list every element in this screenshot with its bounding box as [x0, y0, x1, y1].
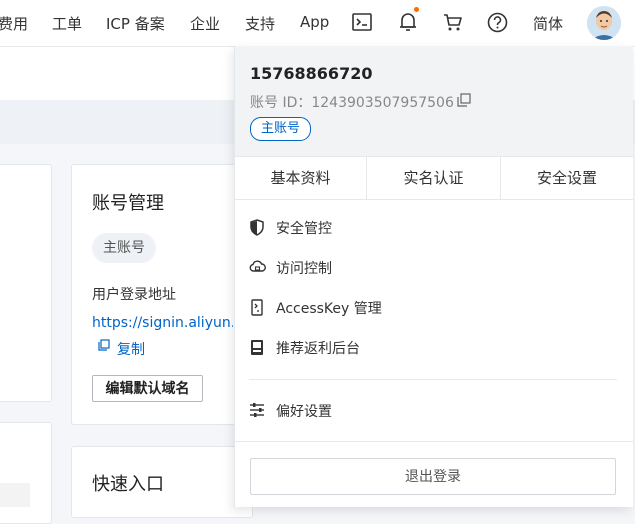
account-id-row: 账号 ID：1243903507957506 [250, 92, 454, 112]
left-card [0, 164, 52, 402]
tab-security-settings[interactable]: 安全设置 [501, 157, 633, 199]
menu-preferences[interactable]: 偏好设置 [249, 399, 449, 423]
gift-icon [251, 340, 263, 355]
terminal-icon[interactable] [352, 13, 372, 31]
menu-referral-label: 推荐返利后台 [276, 341, 360, 357]
dropdown-header: 15768866720 账号 ID：1243903507957506 主账号 [235, 46, 633, 156]
login-url-link[interactable]: https://signin.aliyun.c [92, 315, 233, 331]
menu-security-control-label: 安全管控 [276, 221, 332, 237]
edit-default-domain-button[interactable]: 编辑默认域名 [92, 375, 203, 402]
main-account-badge: 主账号 [250, 117, 312, 141]
menu-accesskey-label: AccessKey 管理 [276, 301, 382, 317]
nav-tickets[interactable]: 工单 [52, 13, 82, 34]
sliders-icon [250, 403, 264, 417]
language-switch[interactable]: 简体 [533, 13, 563, 34]
tab-real-name[interactable]: 实名认证 [367, 157, 500, 199]
cloud-icon [249, 260, 266, 272]
top-navbar: 费用 工单 ICP 备案 企业 支持 App 简体 [0, 0, 635, 47]
menu-accesskey[interactable]: AccessKey 管理 [249, 296, 449, 320]
copy-link[interactable]: 复制 [117, 339, 145, 359]
shield-icon [250, 219, 264, 236]
key-icon [251, 299, 263, 316]
nav-fees[interactable]: 费用 [0, 13, 28, 34]
nav-icp[interactable]: ICP 备案 [106, 13, 165, 34]
notification-dot [414, 7, 419, 12]
nav-support[interactable]: 支持 [245, 13, 275, 34]
main-account-tag: 主账号 [92, 233, 156, 263]
account-tabs: 基本资料 实名认证 安全设置 [235, 156, 633, 200]
cart-icon[interactable] [443, 13, 463, 32]
account-phone: 15768866720 [250, 64, 373, 83]
avatar[interactable] [587, 6, 621, 40]
login-url-label: 用户登录地址 [92, 287, 176, 303]
account-dropdown: 15768866720 账号 ID：1243903507957506 主账号 基… [234, 46, 633, 507]
menu-divider [249, 379, 617, 380]
bell-icon[interactable] [399, 12, 417, 32]
left-fragment [0, 483, 30, 507]
copy-icon[interactable] [98, 339, 110, 351]
logout-button[interactable]: 退出登录 [250, 458, 616, 495]
nav-app[interactable]: App [300, 13, 329, 31]
left-card-lower [0, 422, 52, 524]
account-card-title: 账号管理 [92, 193, 164, 214]
quick-entry-title: 快速入口 [92, 474, 164, 495]
copy-id-icon[interactable] [457, 93, 471, 107]
menu-access-control-label: 访问控制 [276, 261, 332, 277]
menu-preferences-label: 偏好设置 [276, 404, 332, 420]
logout-area: 退出登录 [235, 441, 633, 508]
account-id-label: 账号 ID： [250, 95, 312, 111]
help-icon[interactable] [487, 12, 508, 33]
menu-security-control[interactable]: 安全管控 [249, 216, 449, 240]
nav-enterprise[interactable]: 企业 [190, 13, 220, 34]
menu-referral[interactable]: 推荐返利后台 [249, 336, 449, 360]
avatar-image [587, 6, 621, 40]
menu-access-control[interactable]: 访问控制 [249, 256, 449, 280]
tab-basic-info[interactable]: 基本资料 [235, 157, 366, 199]
account-id-value: 1243903507957506 [311, 95, 454, 111]
